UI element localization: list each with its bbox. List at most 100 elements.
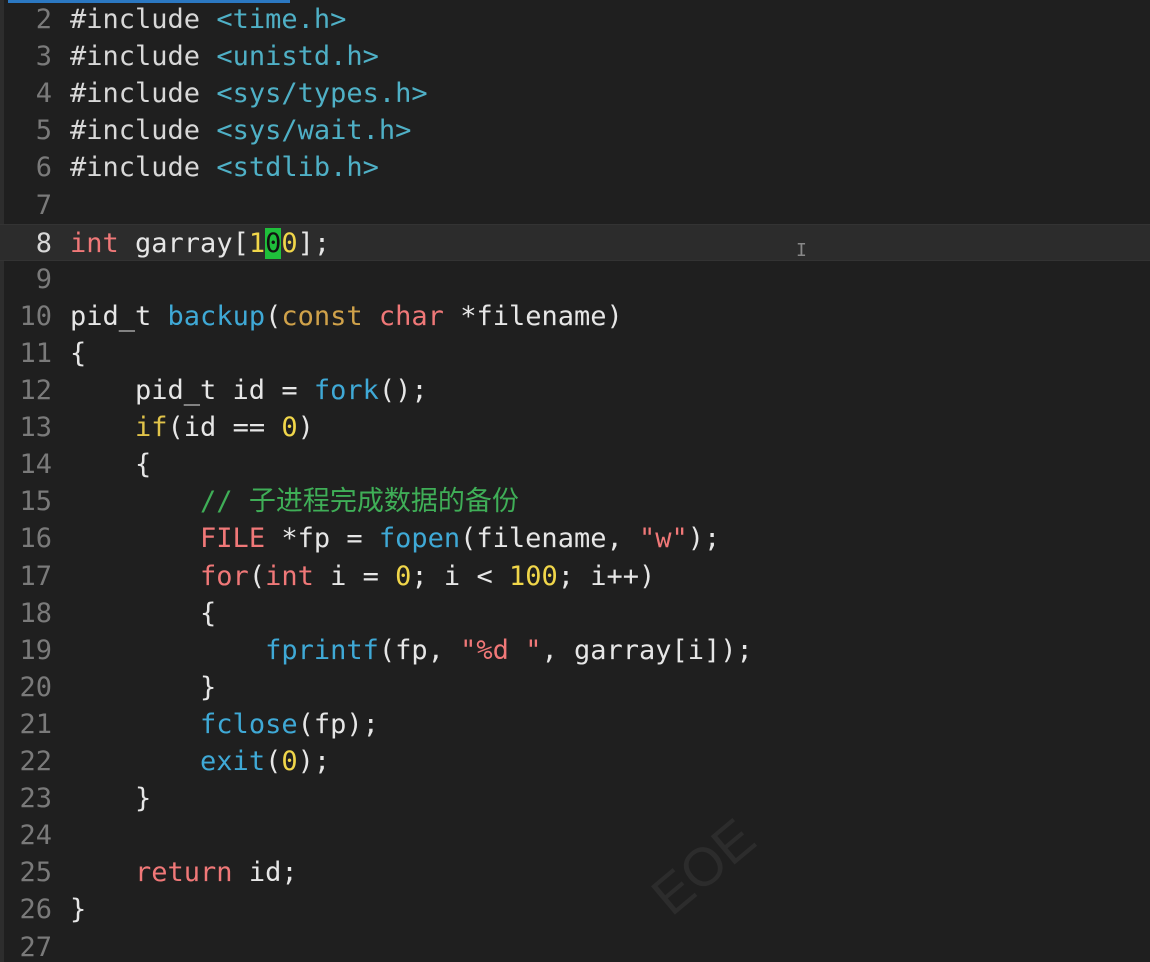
code-token: #include	[70, 152, 217, 184]
code-token: fprintf	[265, 634, 379, 666]
code-token: const	[281, 300, 363, 332]
code-token: );	[297, 746, 331, 777]
code-text[interactable]: return id;	[70, 854, 298, 891]
line-number: 17	[19, 560, 52, 592]
line-number: 12	[19, 375, 52, 406]
code-text[interactable]: }	[70, 891, 86, 928]
code-line[interactable]: 21 fclose(fp);	[0, 706, 1150, 743]
code-text[interactable]: // 子进程完成数据的备份	[70, 483, 519, 520]
code-line[interactable]: 4 #include <sys/types.h>	[0, 75, 1150, 112]
code-token: FILE	[200, 523, 266, 555]
code-line[interactable]: 19 fprintf(fp, "%d ", garray[i]);	[0, 632, 1150, 669]
code-token: <stdlib.h>	[216, 152, 379, 184]
code-text[interactable]: pid_t id = fork();	[70, 372, 428, 409]
code-text[interactable]: FILE *fp = fopen(filename, "w");	[70, 520, 720, 557]
code-token: pid_t id =	[70, 375, 314, 406]
line-number: 7	[35, 189, 52, 221]
code-token: ];	[297, 227, 331, 259]
text-cursor: 0	[265, 227, 282, 259]
code-token: ; i++)	[557, 560, 656, 592]
code-text[interactable]: fprintf(fp, "%d ", garray[i]);	[70, 632, 753, 669]
code-line[interactable]: 27	[0, 929, 1150, 962]
code-token: }	[70, 783, 152, 815]
code-token: *filename)	[443, 300, 623, 332]
code-line[interactable]: 22 exit(0);	[0, 743, 1150, 780]
code-line[interactable]: 13 if(id == 0)	[0, 409, 1150, 446]
code-text[interactable]: {	[70, 335, 86, 372]
code-text[interactable]: #include <time.h>	[70, 1, 346, 38]
code-text[interactable]: int garray[100];	[70, 225, 330, 262]
code-line[interactable]: 5 #include <sys/wait.h>	[0, 112, 1150, 149]
code-token: int	[265, 560, 314, 592]
code-line[interactable]: 14 {	[0, 446, 1150, 483]
code-token: (	[265, 300, 282, 332]
code-line[interactable]: 8 int garray[100];	[0, 223, 1150, 262]
code-line[interactable]: 2 #include <time.h>	[0, 1, 1150, 38]
code-text[interactable]: }	[70, 780, 151, 817]
code-text[interactable]: {	[70, 446, 151, 483]
code-token: fork	[313, 375, 379, 406]
code-token: backup	[167, 300, 266, 332]
code-line[interactable]: 24	[0, 817, 1150, 854]
line-number: 27	[19, 931, 52, 962]
code-line[interactable]: 3 #include <unistd.h>	[0, 38, 1150, 75]
code-token: if	[135, 412, 168, 444]
code-line[interactable]: 9	[0, 261, 1150, 298]
code-editor[interactable]: 2 #include <time.h> 3 #include <unistd.h> 4 #…	[0, 0, 1150, 962]
code-token: 0	[395, 560, 412, 592]
code-line[interactable]: 20 }	[0, 669, 1150, 706]
code-token: int	[70, 227, 119, 259]
code-text[interactable]: if(id == 0)	[70, 409, 314, 446]
code-line[interactable]: 15 // 子进程完成数据的备份	[0, 483, 1150, 520]
code-text[interactable]: exit(0);	[70, 743, 330, 780]
code-token: <unistd.h>	[216, 41, 379, 73]
code-line[interactable]: 6 #include <stdlib.h>	[0, 149, 1150, 186]
code-text[interactable]: pid_t backup(const char *filename)	[70, 298, 623, 335]
code-token: "	[460, 634, 477, 666]
code-text[interactable]: {	[70, 595, 216, 632]
line-number: 9	[35, 263, 52, 295]
code-token: #include	[70, 115, 217, 147]
code-text[interactable]: #include <stdlib.h>	[70, 149, 379, 186]
code-text[interactable]: #include <sys/types.h>	[70, 75, 428, 112]
code-token: exit	[200, 746, 266, 777]
code-token: (fp);	[297, 708, 379, 740]
code-line[interactable]: 26}	[0, 891, 1150, 928]
code-line[interactable]: 23 }	[0, 780, 1150, 817]
line-number: 20	[19, 671, 52, 703]
code-token: 100	[508, 560, 558, 592]
code-line[interactable]: 25 return id;	[0, 854, 1150, 891]
code-line[interactable]: 18 {	[0, 595, 1150, 632]
line-number: 8	[35, 227, 52, 259]
code-line[interactable]: 7	[0, 187, 1150, 224]
code-token: // 子进程完成数据的备份	[200, 486, 519, 518]
code-token: i =	[313, 560, 396, 592]
line-number: 11	[19, 337, 52, 369]
line-number: 18	[19, 597, 52, 629]
code-token: (fp,	[378, 634, 461, 666]
code-text[interactable]: fclose(fp);	[70, 706, 379, 743]
code-text[interactable]: #include <unistd.h>	[70, 38, 379, 75]
code-token: (	[265, 746, 282, 777]
code-text[interactable]: #include <sys/wait.h>	[70, 112, 411, 149]
code-line[interactable]: 10 pid_t backup(const char *filename)	[0, 298, 1150, 335]
code-line[interactable]: 12 pid_t id = fork();	[0, 372, 1150, 409]
code-token: garray[	[118, 227, 249, 259]
code-line[interactable]: 11 {	[0, 335, 1150, 372]
code-token: "	[508, 634, 542, 666]
code-token: 0	[281, 227, 298, 259]
line-number: 10	[19, 300, 52, 332]
code-line[interactable]: 17 for(int i = 0; i < 100; i++)	[0, 558, 1150, 595]
code-token: "w"	[638, 523, 688, 555]
code-line[interactable]: 16 FILE *fp = fopen(filename, "w");	[0, 520, 1150, 557]
code-text[interactable]: for(int i = 0; i < 100; i++)	[70, 558, 655, 595]
code-text[interactable]: }	[70, 669, 216, 706]
code-token: 0	[281, 746, 298, 777]
